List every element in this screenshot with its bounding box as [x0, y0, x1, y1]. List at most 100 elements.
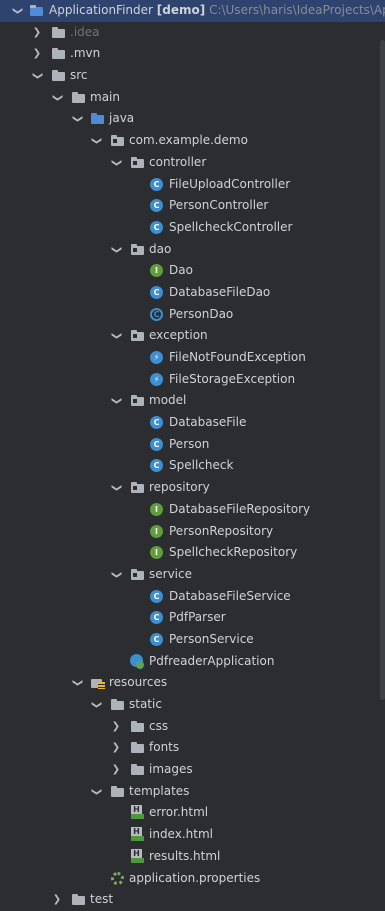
- tree-row-project[interactable]: ❯ ApplicationFinder [demo] C:\Users\hari…: [0, 0, 385, 22]
- chevron-down-icon[interactable]: ❯: [85, 700, 107, 710]
- package-icon: [131, 394, 145, 407]
- tree-row-fonts[interactable]: ❯ fonts: [0, 737, 385, 759]
- tree-row-pdfparser[interactable]: C PdfParser: [0, 607, 385, 629]
- interface-icon: I: [150, 264, 163, 278]
- tree-label-static: static: [129, 697, 162, 711]
- tree-row-static[interactable]: ❯ static: [0, 694, 385, 716]
- package-icon: [131, 156, 145, 169]
- folder-icon: [131, 741, 145, 754]
- tree-row-databasefileservice[interactable]: C DatabaseFileService: [0, 586, 385, 608]
- tree-row-mvn[interactable]: ❯ .mvn: [0, 43, 385, 65]
- tree-label-databasefilerepository: DatabaseFileRepository: [169, 501, 311, 516]
- tree-row-fileuploadcontroller[interactable]: C FileUploadController: [0, 174, 385, 196]
- chevron-down-icon[interactable]: ❯: [105, 331, 127, 341]
- interface-icon: I: [150, 502, 163, 516]
- project-tree[interactable]: ❯ ApplicationFinder [demo] C:\Users\hari…: [0, 0, 385, 911]
- folder-icon: [131, 763, 145, 776]
- class-icon: C: [150, 285, 163, 299]
- folder-icon: [52, 47, 66, 60]
- tree-row-personcontroller[interactable]: C PersonController: [0, 195, 385, 217]
- tree-row-src[interactable]: ❯ src: [0, 65, 385, 87]
- tree-row-databasefiledao[interactable]: C DatabaseFileDao: [0, 282, 385, 304]
- class-icon: C: [150, 177, 163, 191]
- tree-row-service[interactable]: ❯ service: [0, 564, 385, 586]
- chevron-right-icon[interactable]: ❯: [111, 737, 121, 759]
- tree-label-personservice: PersonService: [169, 631, 254, 646]
- chevron-right-icon[interactable]: ❯: [32, 22, 42, 44]
- tree-label-repository: repository: [149, 480, 210, 495]
- tree-row-controller[interactable]: ❯ controller: [0, 152, 385, 174]
- project-folder-icon: [30, 4, 44, 17]
- tree-label-model: model: [149, 393, 187, 408]
- tree-label-databasefileservice: DatabaseFileService: [169, 588, 291, 603]
- tree-row-test[interactable]: ❯ test: [0, 889, 385, 911]
- chevron-right-icon[interactable]: ❯: [111, 759, 121, 781]
- tree-row-templates[interactable]: ❯ templates: [0, 781, 385, 803]
- tree-row-personrepository[interactable]: I PersonRepository: [0, 521, 385, 543]
- tree-row-idea[interactable]: ❯ .idea: [0, 22, 385, 44]
- chevron-right-icon[interactable]: ❯: [52, 889, 62, 911]
- tree-row-dao-interface[interactable]: I Dao: [0, 260, 385, 282]
- exception-class-icon: ⚡: [150, 351, 163, 364]
- tree-label-exception: exception: [149, 328, 208, 343]
- class-icon: C: [150, 220, 163, 234]
- chevron-down-icon[interactable]: ❯: [85, 136, 107, 146]
- tree-label-mvn: .mvn: [70, 46, 101, 61]
- tree-label-dao-interface: Dao: [169, 263, 193, 278]
- tree-label-application-properties: application.properties: [129, 870, 261, 885]
- tree-row-main[interactable]: ❯ main: [0, 87, 385, 109]
- package-icon: [131, 243, 145, 256]
- chevron-down-icon[interactable]: ❯: [105, 483, 127, 493]
- tree-row-person[interactable]: C Person: [0, 434, 385, 456]
- chevron-right-icon[interactable]: ❯: [111, 716, 121, 738]
- chevron-down-icon[interactable]: ❯: [105, 570, 127, 580]
- tree-row-error-html[interactable]: error.html: [0, 802, 385, 824]
- chevron-right-icon[interactable]: ❯: [32, 43, 42, 65]
- tree-row-images[interactable]: ❯ images: [0, 759, 385, 781]
- folder-icon: [131, 720, 145, 733]
- interface-icon: I: [150, 524, 163, 538]
- tree-row-package[interactable]: ❯ com.example.demo: [0, 130, 385, 152]
- tree-row-dao[interactable]: ❯ dao: [0, 239, 385, 261]
- tree-row-repository[interactable]: ❯ repository: [0, 477, 385, 499]
- chevron-down-icon[interactable]: ❯: [6, 6, 28, 16]
- tree-row-exception[interactable]: ❯ exception: [0, 325, 385, 347]
- chevron-down-icon[interactable]: ❯: [26, 71, 48, 81]
- tree-row-filestorageexception[interactable]: ⚡ FileStorageException: [0, 369, 385, 391]
- tree-row-persondao[interactable]: C PersonDao: [0, 304, 385, 326]
- vertical-scrollbar[interactable]: [380, 40, 385, 700]
- tree-row-spellcheckrepository[interactable]: I SpellcheckRepository: [0, 542, 385, 564]
- chevron-down-icon[interactable]: ❯: [66, 114, 88, 124]
- tree-row-personservice[interactable]: C PersonService: [0, 629, 385, 651]
- tree-label-package: com.example.demo: [129, 133, 248, 148]
- tree-row-resources[interactable]: ❯ resources: [0, 672, 385, 694]
- tree-row-pdfreaderapplication[interactable]: PdfreaderApplication: [0, 651, 385, 673]
- chevron-down-icon[interactable]: ❯: [105, 396, 127, 406]
- class-icon: C: [150, 199, 163, 213]
- tree-row-index-html[interactable]: index.html: [0, 824, 385, 846]
- tree-row-css[interactable]: ❯ css: [0, 716, 385, 738]
- tree-label-databasefiledao: DatabaseFileDao: [169, 284, 271, 299]
- abstract-class-icon: C: [150, 307, 163, 321]
- tree-row-spellcheck[interactable]: C Spellcheck: [0, 455, 385, 477]
- tree-row-application-properties[interactable]: application.properties: [0, 868, 385, 890]
- tree-row-results-html[interactable]: results.html: [0, 846, 385, 868]
- tree-row-databasefile[interactable]: C DatabaseFile: [0, 412, 385, 434]
- tree-row-java[interactable]: ❯ java: [0, 108, 385, 130]
- tree-row-spellcheckcontroller[interactable]: C SpellcheckController: [0, 217, 385, 239]
- resources-folder-icon: [91, 676, 105, 690]
- tree-row-filenotfoundexception[interactable]: ⚡ FileNotFoundException: [0, 347, 385, 369]
- folder-icon: [72, 893, 86, 906]
- chevron-down-icon[interactable]: ❯: [46, 93, 68, 103]
- tree-row-model[interactable]: ❯ model: [0, 390, 385, 412]
- chevron-down-icon[interactable]: ❯: [85, 787, 107, 797]
- tree-label-results-html: results.html: [149, 848, 221, 863]
- tree-label-pdfreaderapplication: PdfreaderApplication: [149, 653, 275, 668]
- folder-icon: [111, 785, 125, 798]
- chevron-down-icon[interactable]: ❯: [105, 158, 127, 168]
- chevron-down-icon[interactable]: ❯: [66, 678, 88, 688]
- tree-row-databasefilerepository[interactable]: I DatabaseFileRepository: [0, 499, 385, 521]
- chevron-down-icon[interactable]: ❯: [105, 244, 127, 254]
- interface-icon: I: [150, 546, 163, 560]
- tree-label-fileuploadcontroller: FileUploadController: [169, 176, 291, 191]
